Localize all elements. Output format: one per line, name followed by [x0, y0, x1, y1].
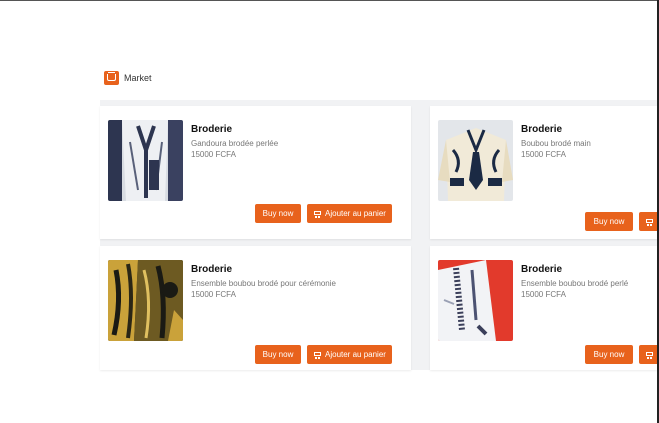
app-title: Market	[124, 73, 152, 83]
product-card: Broderie Boubou brodé main 15000 FCFA Bu…	[430, 106, 657, 239]
add-to-cart-button[interactable]: Ajouter au panier	[639, 212, 657, 231]
app-header: Market	[104, 71, 152, 85]
product-title: Broderie	[191, 124, 233, 135]
product-card: Broderie Gandoura brodée perlée 15000 FC…	[100, 106, 411, 239]
product-price: 15000 FCFA	[521, 290, 566, 299]
product-image[interactable]	[108, 120, 183, 201]
cart-icon	[313, 351, 322, 359]
product-image[interactable]	[438, 260, 513, 341]
add-to-cart-button[interactable]: Ajouter au panier	[307, 204, 392, 223]
product-description: Gandoura brodée perlée	[191, 139, 279, 148]
product-price: 15000 FCFA	[521, 150, 566, 159]
window-top-border	[0, 0, 659, 1]
cart-icon	[645, 218, 654, 226]
product-card: Broderie Ensemble boubou brodé perlé 150…	[430, 246, 657, 370]
product-image[interactable]	[438, 120, 513, 201]
product-card: Broderie Ensemble boubou brodé pour céré…	[100, 246, 411, 370]
product-title: Broderie	[521, 264, 563, 275]
buy-now-button[interactable]: Buy now	[585, 212, 633, 231]
add-to-cart-label: Ajouter au panier	[325, 209, 386, 218]
product-price: 15000 FCFA	[191, 290, 236, 299]
product-description: Ensemble boubou brodé pour cérémonie	[191, 279, 336, 288]
product-description: Boubou brodé main	[521, 139, 591, 148]
add-to-cart-button[interactable]: Ajouter au panier	[307, 345, 392, 364]
cart-icon	[313, 210, 322, 218]
product-description: Ensemble boubou brodé perlé	[521, 279, 629, 288]
cart-icon	[645, 351, 654, 359]
buy-now-button[interactable]: Buy now	[255, 345, 301, 364]
buy-now-button[interactable]: Buy now	[585, 345, 633, 364]
add-to-cart-label: Ajouter au panier	[325, 350, 386, 359]
product-price: 15000 FCFA	[191, 150, 236, 159]
product-image[interactable]	[108, 260, 183, 341]
product-title: Broderie	[191, 264, 233, 275]
add-to-cart-button[interactable]: Ajouter au panier	[639, 345, 657, 364]
market-logo-icon	[104, 71, 119, 85]
buy-now-button[interactable]: Buy now	[255, 204, 301, 223]
product-grid: Broderie Gandoura brodée perlée 15000 FC…	[100, 100, 657, 370]
product-title: Broderie	[521, 124, 563, 135]
